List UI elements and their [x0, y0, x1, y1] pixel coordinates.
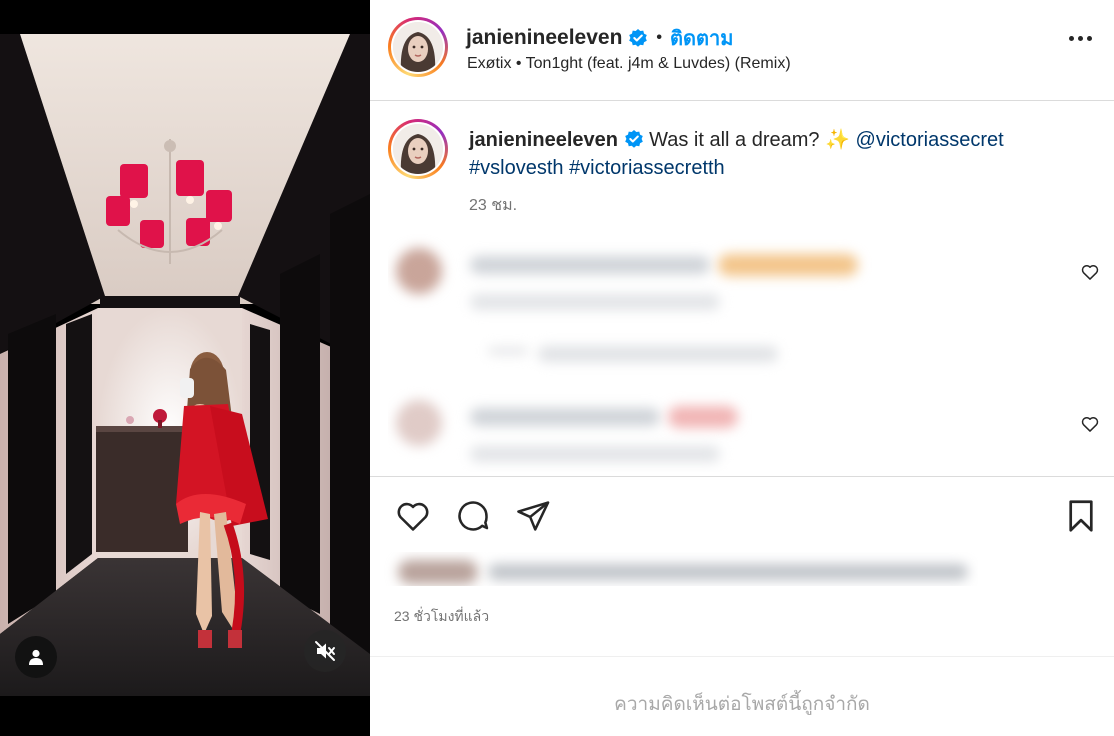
author-username[interactable]: janienineeleven — [466, 26, 622, 50]
post-actions — [370, 476, 1114, 556]
mute-button[interactable] — [304, 630, 346, 672]
audio-track-link[interactable]: Exøtix • Ton1ght (feat. j4m & Luvdes) (R… — [467, 55, 791, 73]
comment-footer: ความคิดเห็นต่อโพสต์นี้ถูกจำกัด — [370, 656, 1114, 736]
caption-hashtag[interactable]: #vslovesth — [469, 157, 564, 179]
post-media[interactable] — [0, 0, 370, 736]
caption-hashtag[interactable]: #victoriassecretth — [569, 157, 725, 179]
post-header: janienineeleven • ติดตาม Exøtix • Ton1gh… — [370, 0, 1114, 101]
post-details-panel: janienineeleven • ติดตาม Exøtix • Ton1gh… — [370, 0, 1114, 736]
verified-badge-icon — [624, 129, 644, 149]
comment-icon[interactable] — [454, 497, 492, 535]
liked-by-summary — [378, 552, 978, 586]
post-caption: janienineeleven Was it all a dream? ✨ @v… — [469, 126, 1069, 182]
follow-button[interactable]: ติดตาม — [670, 22, 733, 54]
caption-username[interactable]: janienineeleven — [469, 129, 618, 151]
caption-timestamp: 23 ชม. — [469, 197, 518, 214]
user-tag-icon — [27, 648, 45, 666]
heart-icon[interactable] — [1080, 262, 1100, 282]
more-options-icon[interactable] — [1069, 36, 1092, 41]
post-video[interactable] — [0, 34, 370, 696]
speaker-muted-icon — [314, 640, 336, 662]
tag-button[interactable] — [15, 636, 57, 678]
verified-badge-icon — [628, 28, 648, 48]
comments-limited-notice: ความคิดเห็นต่อโพสต์นี้ถูกจำกัด — [614, 694, 870, 715]
heart-icon[interactable] — [394, 497, 432, 535]
post-timestamp: 23 ชั่วโมงที่แล้ว — [394, 608, 490, 624]
post-author: janienineeleven • ติดตาม — [466, 22, 733, 54]
share-icon[interactable] — [514, 497, 552, 535]
bookmark-icon[interactable] — [1062, 497, 1100, 535]
comments-list — [388, 232, 933, 472]
separator-dot: • — [656, 29, 663, 46]
caption-mention[interactable]: @victoriassecret — [856, 129, 1004, 151]
caption-avatar[interactable] — [388, 119, 448, 179]
heart-icon[interactable] — [1080, 414, 1100, 434]
avatar[interactable] — [388, 17, 448, 77]
caption-text: Was it all a dream? ✨ — [649, 129, 850, 151]
